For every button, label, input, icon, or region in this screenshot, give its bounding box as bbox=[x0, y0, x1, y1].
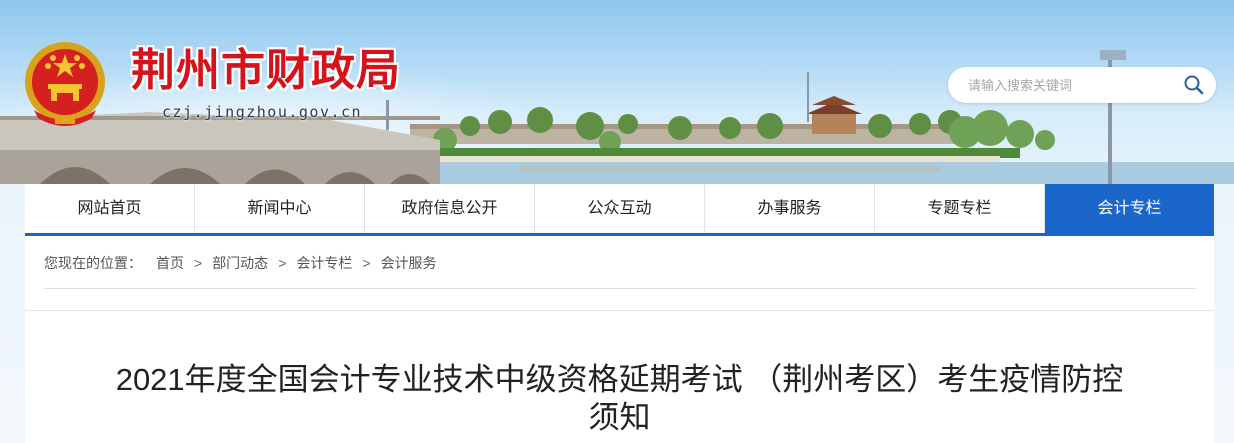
site-title: 荆州市财政局 bbox=[131, 45, 401, 96]
nav-item-services[interactable]: 办事服务 bbox=[705, 184, 875, 233]
breadcrumb-separator: > bbox=[362, 255, 371, 271]
breadcrumb-accounting-service[interactable]: 会计服务 bbox=[381, 255, 437, 271]
site-domain: czj.jingzhou.gov.cn bbox=[162, 103, 363, 121]
breadcrumb-accounting[interactable]: 会计专栏 bbox=[296, 255, 352, 271]
article-title: 2021年度全国会计专业技术中级资格延期考试 （荆州考区）考生疫情防控 须知 bbox=[65, 361, 1174, 437]
breadcrumb-dept-news[interactable]: 部门动态 bbox=[212, 255, 268, 271]
breadcrumb-separator: > bbox=[278, 255, 287, 271]
main-nav: 网站首页 新闻中心 政府信息公开 公众互动 办事服务 专题专栏 会计专栏 bbox=[25, 184, 1214, 236]
article-title-line-1: 2021年度全国会计专业技术中级资格延期考试 （荆州考区）考生疫情防控 bbox=[115, 362, 1124, 397]
search-box bbox=[948, 67, 1216, 103]
breadcrumb-panel: 您现在的位置： 首页 > 部门动态 > 会计专栏 > 会计服务 bbox=[25, 236, 1214, 310]
article-title-line-2: 须知 bbox=[588, 400, 651, 435]
national-emblem-icon bbox=[25, 42, 105, 126]
nav-item-accounting[interactable]: 会计专栏 bbox=[1045, 184, 1214, 233]
nav-item-home[interactable]: 网站首页 bbox=[25, 184, 195, 233]
search-input[interactable] bbox=[968, 75, 1178, 95]
nav-item-news[interactable]: 新闻中心 bbox=[195, 184, 365, 233]
search-button[interactable] bbox=[1182, 74, 1206, 96]
divider bbox=[44, 288, 1196, 289]
article-panel: 2021年度全国会计专业技术中级资格延期考试 （荆州考区）考生疫情防控 须知 bbox=[25, 310, 1214, 443]
nav-item-gov-info[interactable]: 政府信息公开 bbox=[365, 184, 535, 233]
breadcrumb-home[interactable]: 首页 bbox=[156, 255, 184, 271]
breadcrumb: 您现在的位置： 首页 > 部门动态 > 会计专栏 > 会计服务 bbox=[44, 252, 437, 274]
nav-item-topics[interactable]: 专题专栏 bbox=[875, 184, 1045, 233]
header-banner: 荆州市财政局 czj.jingzhou.gov.cn bbox=[0, 0, 1234, 184]
breadcrumb-separator: > bbox=[194, 255, 203, 271]
search-icon bbox=[1184, 75, 1204, 95]
nav-item-interaction[interactable]: 公众互动 bbox=[535, 184, 705, 233]
breadcrumb-lead: 您现在的位置： bbox=[44, 255, 142, 271]
